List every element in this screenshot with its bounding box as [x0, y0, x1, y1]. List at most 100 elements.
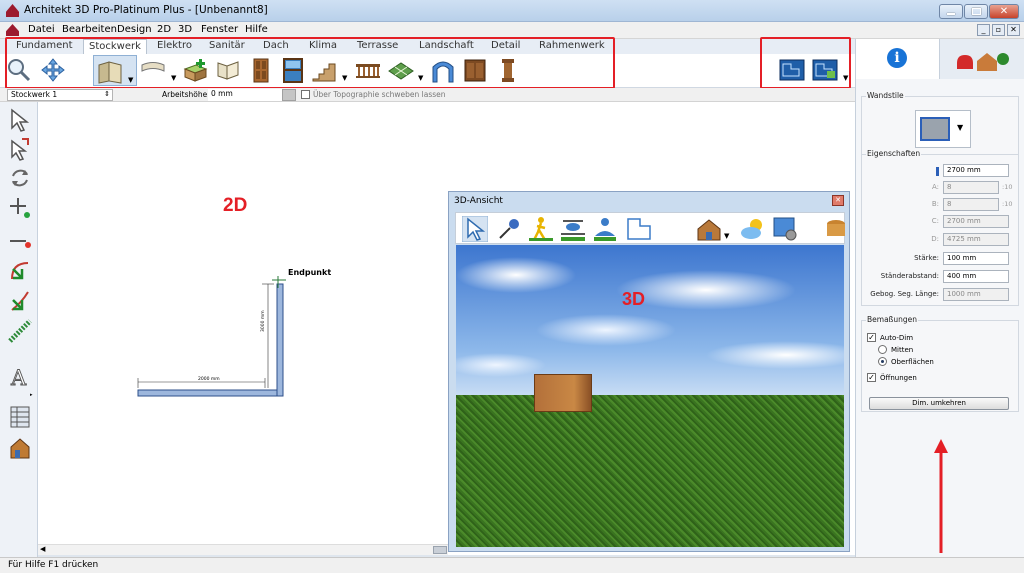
- height-icon: [936, 167, 939, 176]
- render-settings-icon[interactable]: [772, 216, 798, 242]
- work-height-label: Arbeitshöhe:: [162, 90, 210, 99]
- floor-select[interactable]: Stockwerk 1 ⇕: [7, 89, 113, 101]
- dimensions-group: Bemaßungen ✓ Auto-Dim Mitten Oberflächen…: [861, 315, 1019, 412]
- menu-hilfe[interactable]: Hilfe: [245, 24, 268, 35]
- info-tab[interactable]: i: [856, 39, 940, 79]
- minimize-button[interactable]: [939, 4, 963, 19]
- a-field: 8: [943, 181, 999, 194]
- catalog-tab[interactable]: [940, 39, 1024, 79]
- mdi-close-button[interactable]: ✕: [1007, 24, 1020, 36]
- status-text: Für Hilfe F1 drücken: [8, 560, 99, 570]
- select-arrow-icon[interactable]: [8, 108, 32, 132]
- svg-text:A: A: [10, 366, 27, 388]
- label-2d: 2D: [223, 195, 248, 216]
- menu-design[interactable]: Design: [117, 24, 152, 35]
- annotation-highlight-toolbar: [5, 37, 615, 89]
- menu-fenster[interactable]: Fenster: [201, 24, 238, 35]
- arc-tool-icon[interactable]: [8, 259, 32, 283]
- view-3d-window: 3D-Ansicht ✕ ▼ 3D: [448, 191, 850, 552]
- view-3d-close-button[interactable]: ✕: [832, 195, 844, 206]
- d-field: 4725 mm: [943, 233, 1009, 246]
- left-toolbar: A ▸: [0, 102, 38, 557]
- app-logo-icon: [6, 4, 19, 17]
- b-unit: :10: [1002, 200, 1013, 208]
- maximize-button[interactable]: [964, 4, 988, 19]
- openings-checkbox[interactable]: ✓: [867, 373, 876, 382]
- surfaces-radio[interactable]: [878, 357, 887, 366]
- house-view-icon[interactable]: [8, 436, 32, 460]
- label-3d: 3D: [622, 289, 646, 309]
- status-bar: Für Hilfe F1 drücken: [0, 557, 1024, 573]
- dimension-vertical: 3000 mm: [261, 310, 266, 332]
- work-height-dropdown[interactable]: [282, 89, 296, 101]
- dimension-table-icon[interactable]: [8, 405, 32, 429]
- menu-bearbeiten[interactable]: Bearbeiten: [62, 24, 117, 35]
- orbit-icon[interactable]: [592, 216, 618, 242]
- auto-dim-checkbox[interactable]: ✓: [867, 333, 876, 342]
- reverse-dims-button[interactable]: Dim. umkehren: [869, 397, 1009, 410]
- dropdown-arrow-icon[interactable]: ▸: [30, 392, 33, 398]
- title-bar: Architekt 3D Pro-Platinum Plus - [Unbena…: [0, 0, 1024, 22]
- add-point-icon[interactable]: [8, 196, 32, 220]
- auto-dim-label: Auto-Dim: [880, 334, 914, 342]
- close-button[interactable]: ✕: [989, 4, 1019, 19]
- work-height-value: 0 mm: [211, 89, 233, 98]
- properties-group: Eigenschaften 2700 mm A: 8 :10 B: 8 :10 …: [861, 149, 1019, 306]
- endpoint-label: Endpunkt: [288, 268, 332, 277]
- house-icon[interactable]: [696, 216, 722, 242]
- scroll-thumb[interactable]: [433, 546, 447, 554]
- annotation-highlight-views: [760, 37, 851, 89]
- thickness-field[interactable]: 100 mm: [943, 252, 1009, 265]
- sky: [456, 245, 844, 395]
- options-bar: Stockwerk 1 ⇕ Arbeitshöhe: 0 mm Über Top…: [0, 88, 855, 102]
- mdi-restore-button[interactable]: ▫: [992, 24, 1005, 36]
- walk-icon[interactable]: [528, 216, 554, 242]
- b-field: 8: [943, 198, 999, 211]
- line-tool-icon[interactable]: [8, 229, 32, 253]
- centers-label: Mitten: [891, 346, 914, 354]
- material-icon[interactable]: [826, 216, 846, 242]
- horizontal-scrollbar[interactable]: ◀: [38, 544, 448, 555]
- spinner-icon: ⇕: [104, 90, 110, 98]
- d-label: D:: [931, 235, 939, 243]
- spline-tool-icon[interactable]: [8, 319, 32, 343]
- dimension-horizontal: 2000 mm: [198, 377, 220, 382]
- scroll-left-icon[interactable]: ◀: [40, 545, 45, 553]
- menu-2d[interactable]: 2D: [157, 24, 171, 35]
- menu-3d[interactable]: 3D: [178, 24, 192, 35]
- menu-datei[interactable]: Datei: [28, 24, 55, 35]
- annotation-arrow: [934, 439, 948, 553]
- info-icon: i: [887, 48, 907, 68]
- centers-radio[interactable]: [878, 345, 887, 354]
- openings-label: Öffnungen: [880, 374, 917, 382]
- helicopter-icon[interactable]: [560, 216, 586, 242]
- dropdown-arrow-icon[interactable]: ▼: [724, 232, 729, 240]
- view-3d-render[interactable]: 3D: [456, 245, 844, 547]
- stud-spacing-label: Ständerabstand:: [880, 272, 939, 280]
- wall-styles-label: Wandstile: [866, 91, 905, 100]
- furniture-catalog-icon: [957, 53, 1009, 71]
- c-label: C:: [931, 217, 939, 225]
- wall-drawing[interactable]: [128, 262, 328, 412]
- height-field[interactable]: 2700 mm: [943, 164, 1009, 177]
- work-height-field[interactable]: 0 mm: [208, 89, 282, 101]
- wall-box-3d: [534, 374, 592, 412]
- topography-checkbox[interactable]: [301, 90, 310, 99]
- select-3d-icon[interactable]: [462, 216, 488, 242]
- document-icon[interactable]: [6, 24, 19, 36]
- floor-outline-icon[interactable]: [626, 216, 652, 242]
- weather-icon[interactable]: [740, 216, 766, 242]
- dimensions-label: Bemaßungen: [866, 315, 919, 324]
- dropdown-arrow-icon: ▼: [957, 123, 964, 132]
- select-points-icon[interactable]: [8, 137, 32, 161]
- properties-label: Eigenschaften: [866, 149, 922, 158]
- text-tool-icon[interactable]: A: [8, 364, 32, 388]
- eyedropper-icon[interactable]: [496, 216, 522, 242]
- window-title: Architekt 3D Pro-Platinum Plus - [Unbena…: [24, 4, 268, 16]
- thickness-label: Stärke:: [914, 254, 939, 262]
- rotate-icon[interactable]: [8, 166, 32, 190]
- wall-style-select[interactable]: ▼: [915, 110, 971, 148]
- mdi-minimize-button[interactable]: _: [977, 24, 990, 36]
- stud-spacing-field[interactable]: 400 mm: [943, 270, 1009, 283]
- arc-two-icon[interactable]: [8, 290, 32, 314]
